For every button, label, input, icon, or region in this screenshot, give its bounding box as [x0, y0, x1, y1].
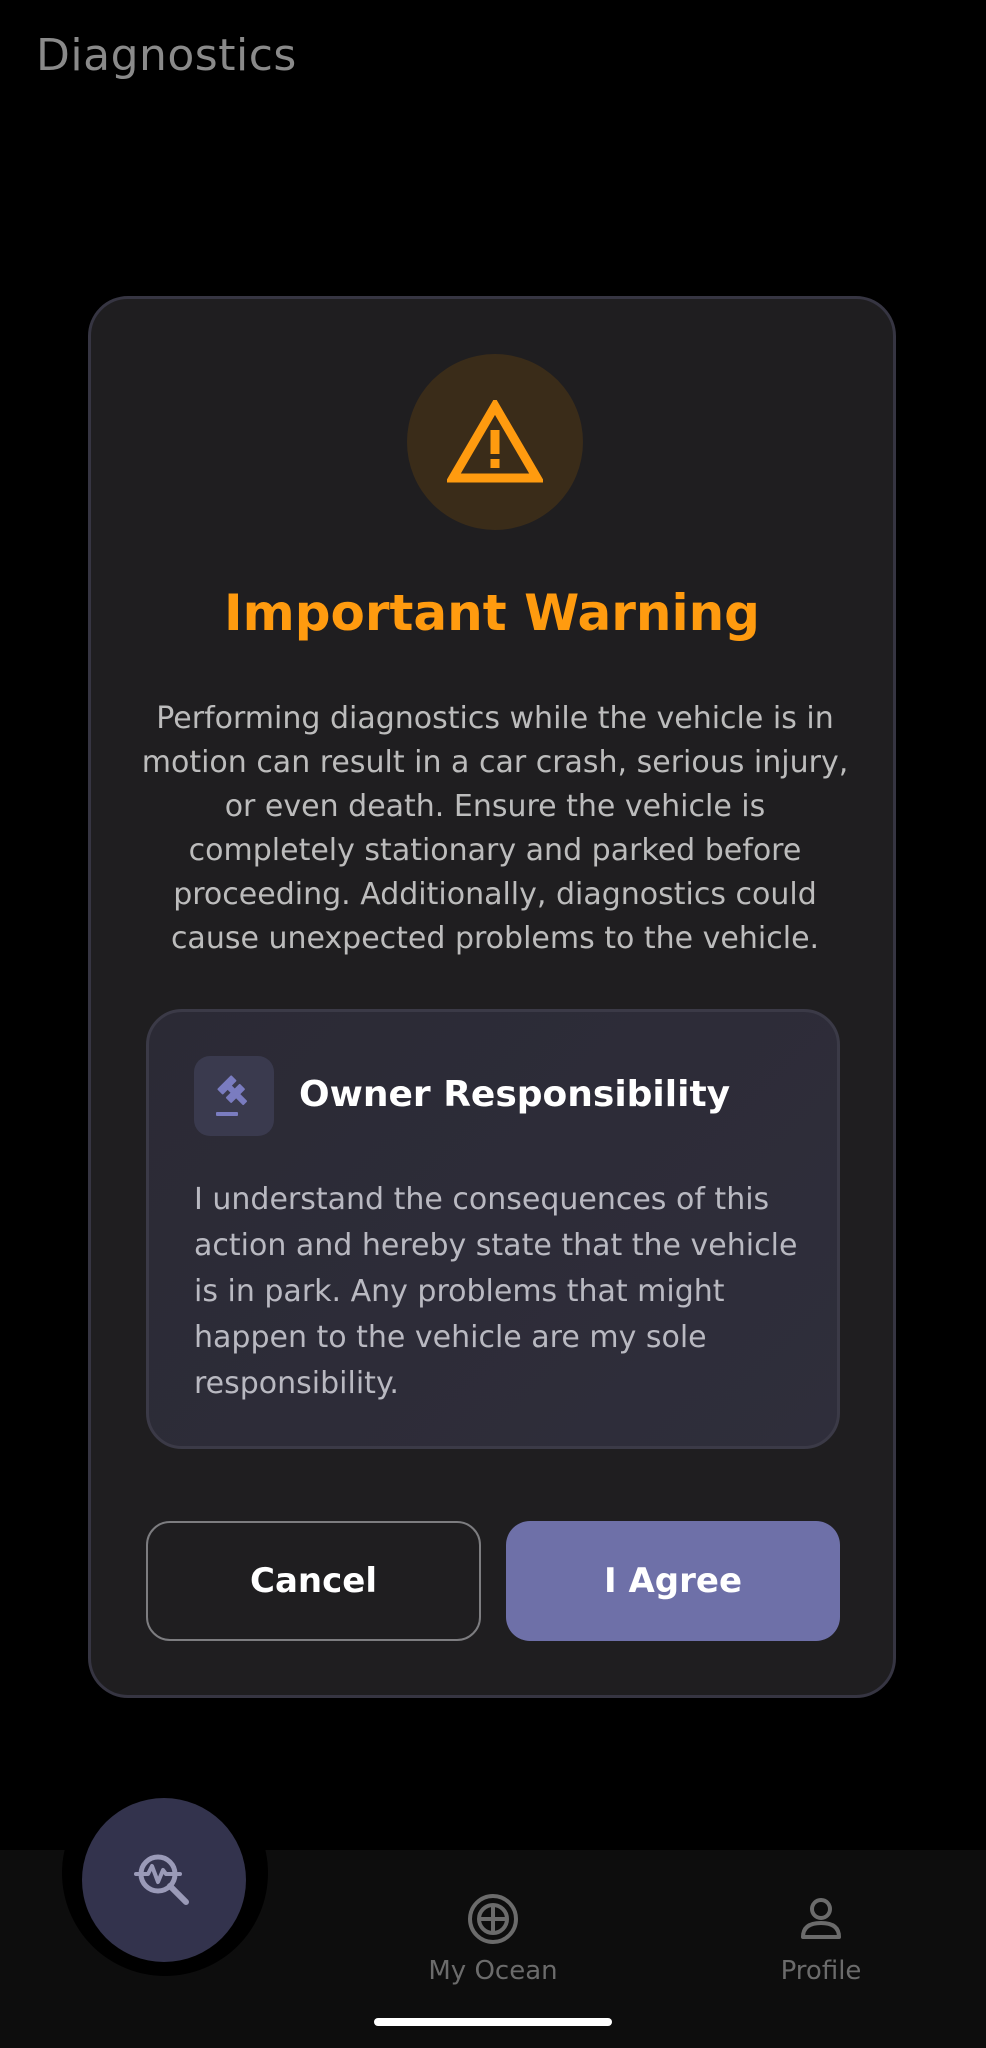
agree-button[interactable]: I Agree — [506, 1521, 840, 1641]
gavel-icon-badge — [194, 1056, 274, 1136]
owner-responsibility-text: I understand the consequences of this ac… — [194, 1182, 798, 1401]
nav-item-profile[interactable]: Profile — [721, 1892, 921, 1986]
warning-triangle-icon — [447, 400, 543, 483]
warning-dialog: Important Warning Performing diagnostics… — [88, 296, 896, 1698]
nav-label-profile: Profile — [780, 1956, 862, 1986]
warning-message: Performing diagnostics while the vehicle… — [141, 701, 849, 956]
warning-title: Important Warning — [224, 584, 760, 642]
person-icon — [801, 1898, 841, 1939]
ocean-globe-icon — [468, 1894, 518, 1944]
warning-icon-badge — [407, 354, 583, 530]
owner-responsibility-card: Owner Responsibility I understand the co… — [146, 1009, 840, 1449]
nav-item-my-ocean[interactable]: My Ocean — [393, 1892, 593, 1986]
page-title: Diagnostics — [36, 30, 297, 81]
diagnostics-nav-button[interactable] — [82, 1798, 246, 1962]
gavel-icon — [216, 1075, 248, 1116]
owner-responsibility-title: Owner Responsibility — [299, 1074, 731, 1115]
cancel-button[interactable]: Cancel — [146, 1521, 481, 1641]
nav-label-my-ocean: My Ocean — [428, 1956, 558, 1986]
diagnostics-search-icon — [134, 1854, 189, 1905]
home-indicator[interactable] — [374, 2018, 612, 2026]
